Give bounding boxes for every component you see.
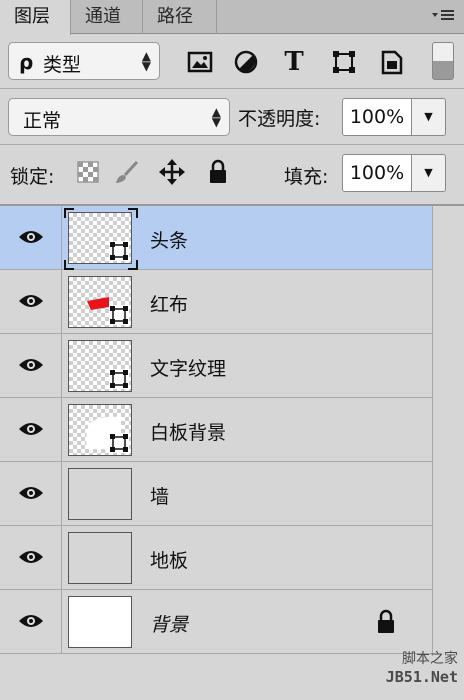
layer-row[interactable]: 墙 (0, 462, 432, 526)
divider (0, 144, 464, 145)
tab-channels[interactable]: 通道 (71, 0, 143, 34)
eye-icon (19, 615, 43, 627)
panel-menu-icon[interactable] (428, 4, 458, 28)
visibility-toggle[interactable] (0, 590, 62, 654)
layer-name[interactable]: 红布 (150, 290, 188, 317)
opacity-label: 不透明度: (238, 108, 321, 130)
divider (0, 88, 464, 89)
filter-type-select[interactable]: ρ 类型 ▲ ▼ (8, 42, 160, 80)
layer-name[interactable]: 墙 (150, 482, 169, 509)
red-cloth-preview (87, 297, 109, 310)
blend-mode-label: 正常 (23, 110, 62, 132)
opacity-input[interactable]: 100% (342, 98, 412, 136)
search-icon: ρ (19, 50, 34, 74)
tab-paths[interactable]: 路径 (143, 0, 217, 34)
layer-row[interactable]: 头条 (0, 206, 432, 270)
lock-icon[interactable] (374, 609, 398, 635)
layer-row[interactable]: 文字纹理 (0, 334, 432, 398)
shape-layer-icon (109, 241, 129, 261)
layer-thumbnail[interactable] (68, 276, 132, 328)
shape-layer-icon (109, 305, 129, 325)
image-filter-icon[interactable] (186, 48, 214, 76)
lock-label: 锁定: (10, 166, 55, 188)
layer-name[interactable]: 文字纹理 (150, 354, 226, 381)
shape-layer-icon (109, 369, 129, 389)
visibility-toggle[interactable] (0, 206, 62, 270)
layer-row[interactable]: 红布 (0, 270, 432, 334)
layer-thumbnail[interactable] (68, 596, 132, 648)
visibility-toggle[interactable] (0, 526, 62, 590)
blend-mode-select[interactable]: 正常 ▲ ▼ (8, 98, 230, 136)
adjustment-filter-icon[interactable] (232, 48, 260, 76)
layer-thumbnail[interactable] (68, 468, 132, 520)
layer-name[interactable]: 地板 (150, 546, 188, 573)
lock-transparent-icon[interactable] (74, 158, 102, 186)
visibility-toggle[interactable] (0, 462, 62, 526)
layer-thumbnail[interactable] (68, 532, 132, 584)
fill-input[interactable]: 100% (342, 154, 412, 192)
eye-icon (19, 359, 43, 371)
watermark-line-1: 脚本之家 (402, 651, 458, 667)
updown-arrows-icon: ▲ ▼ (211, 105, 221, 129)
layer-thumbnail[interactable] (64, 208, 138, 270)
layer-thumbnail[interactable] (68, 340, 132, 392)
layer-row[interactable]: 背景 (0, 590, 432, 654)
layer-thumbnail[interactable] (68, 404, 132, 456)
smart-object-filter-icon[interactable] (378, 48, 406, 76)
layer-name[interactable]: 背景 (150, 610, 188, 637)
fill-label: 填充: (284, 166, 329, 188)
type-filter-icon[interactable]: T (280, 48, 308, 76)
watermark: 脚本之家 JB51.Net (368, 650, 458, 686)
opacity-dropdown-button[interactable]: ▼ (412, 98, 446, 136)
watermark-line-2: JB51.Net (385, 668, 458, 686)
eye-icon (19, 295, 43, 307)
layers-scrollbar[interactable] (432, 206, 464, 656)
eye-icon (19, 551, 43, 563)
visibility-toggle[interactable] (0, 270, 62, 334)
eye-icon (19, 231, 43, 243)
visibility-toggle[interactable] (0, 398, 62, 462)
updown-arrows-icon: ▲ ▼ (141, 49, 151, 73)
eye-icon (19, 487, 43, 499)
lock-all-icon[interactable] (204, 158, 232, 186)
lock-image-icon[interactable] (112, 158, 140, 186)
shape-layer-icon (109, 433, 129, 453)
eye-icon (19, 423, 43, 435)
lock-position-icon[interactable] (158, 158, 186, 186)
layer-row[interactable]: 地板 (0, 526, 432, 590)
layer-row[interactable]: 白板背景 (0, 398, 432, 462)
filter-type-label: 类型 (43, 54, 82, 76)
layer-name[interactable]: 白板背景 (150, 418, 226, 445)
panel-tab-bar: 图层 通道 路径 (0, 0, 464, 35)
shape-filter-icon[interactable] (330, 48, 358, 76)
visibility-toggle[interactable] (0, 334, 62, 398)
fill-dropdown-button[interactable]: ▼ (412, 154, 446, 192)
layer-name[interactable]: 头条 (150, 226, 188, 253)
filter-toggle-switch[interactable] (432, 42, 454, 80)
tab-layers[interactable]: 图层 (0, 0, 71, 35)
